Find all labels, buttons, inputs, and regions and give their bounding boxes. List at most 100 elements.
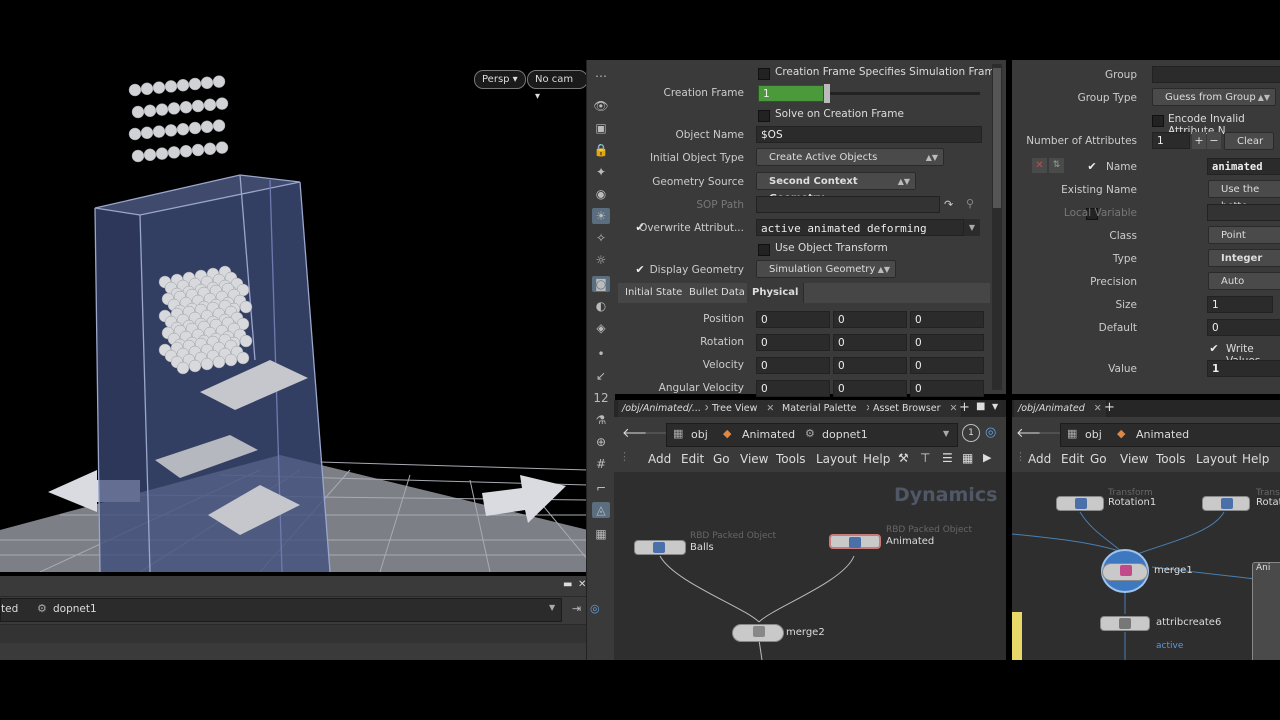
spray-icon[interactable]: ⚗ [592, 412, 610, 428]
write-values-check-icon[interactable]: ✔ [1208, 343, 1220, 355]
path-dropdown-icon[interactable]: ▼ [943, 429, 949, 438]
network-path-bar[interactable]: ▦ obj ◆ Animated [1060, 423, 1280, 447]
menu-go[interactable]: Go [713, 452, 730, 466]
use-object-transform-checkbox[interactable] [758, 244, 770, 256]
animated-node[interactable] [829, 534, 881, 549]
close-tab-icon[interactable]: ✕ [766, 403, 774, 414]
pane-menu-icon[interactable]: ▼ [992, 402, 998, 411]
geometry-source-dropdown[interactable]: Second Context Geometry▲▼ [756, 172, 916, 204]
object-name-field[interactable]: $OS [756, 126, 982, 143]
menu-layout[interactable]: Layout [816, 452, 857, 466]
crumb-obj[interactable]: obj [1085, 428, 1102, 441]
menu-edit[interactable]: Edit [681, 452, 704, 466]
tree-layout-icon[interactable]: ⊤ [920, 451, 930, 465]
vector-0-z-field[interactable]: 0 [910, 311, 984, 328]
construction-plane-icon[interactable]: ⌐ [592, 480, 610, 496]
close-pane-icon[interactable]: ✕ [578, 579, 586, 590]
template-icon[interactable]: ◈ [592, 320, 610, 336]
pin-icon[interactable]: ⇥ [572, 602, 581, 615]
bulb-icon[interactable]: ✧ [592, 230, 610, 246]
vector-1-y-field[interactable]: 0 [833, 334, 907, 351]
class-dropdown[interactable]: Point [1208, 226, 1280, 244]
snapshot-icon[interactable]: ▣ [592, 120, 610, 136]
tab-tree-view[interactable]: Tree View ✕ [708, 400, 780, 417]
network-count-badge[interactable]: 1 [962, 424, 980, 442]
creation-frame-slider-track[interactable] [830, 92, 980, 95]
menu-go[interactable]: Go [1090, 452, 1107, 466]
vector-2-z-field[interactable]: 0 [910, 357, 984, 374]
sticky-note[interactable] [1012, 612, 1022, 660]
menu-add[interactable]: Add [648, 452, 671, 466]
menu-view[interactable]: View [740, 452, 768, 466]
network-box[interactable]: Ani [1252, 562, 1280, 660]
background-icon[interactable]: ▦ [592, 526, 610, 542]
dotted-handle-icon[interactable]: ⋯ [592, 68, 610, 84]
initial-object-type-dropdown[interactable]: Create Active Objects ▲▼ [756, 148, 944, 166]
menu-add[interactable]: Add [1028, 452, 1051, 466]
new-tab-icon[interactable]: + [959, 400, 970, 415]
sop-network-graph[interactable]: Transform Rotation1 Transf Rotat merge1 … [1012, 472, 1280, 660]
display-options-icon[interactable]: ◐ [592, 298, 610, 314]
vector-2-y-field[interactable]: 0 [833, 357, 907, 374]
close-tab-icon[interactable]: ✕ [1094, 403, 1102, 414]
vector-1-z-field[interactable]: 0 [910, 334, 984, 351]
lock-icon[interactable]: 🔒 [592, 142, 610, 158]
display-menu-icon[interactable]: ▬ [563, 579, 572, 590]
crumb-dopnet[interactable]: dopnet1 [822, 428, 868, 441]
grid-snap-icon[interactable]: # [592, 456, 610, 472]
tab-asset-browser[interactable]: Asset Browser ✕ [869, 400, 963, 417]
vector-3-z-field[interactable]: 0 [910, 380, 984, 397]
dop-network-graph[interactable]: Dynamics RBD Packed Object Balls RBD Pac… [614, 472, 1006, 660]
shading-icon[interactable]: ◉ [592, 186, 610, 202]
tab-obj-animated[interactable]: /obj/Animated/... ✕ [618, 400, 717, 417]
jump-arrow-icon[interactable]: ↷ [944, 198, 953, 211]
remove-attrib-icon[interactable]: − [1207, 132, 1221, 149]
size-field[interactable]: 1 [1207, 296, 1273, 313]
sop-path-field[interactable] [756, 196, 940, 213]
path-root[interactable]: ted [1, 603, 18, 615]
path-node[interactable]: dopnet1 [53, 603, 97, 615]
add-attrib-icon[interactable]: + [1192, 132, 1206, 149]
crumb-obj[interactable]: obj [691, 428, 708, 441]
vector-0-x-field[interactable]: 0 [756, 311, 830, 328]
snap-icon[interactable]: ⊕ [592, 434, 610, 450]
more-menu-icon[interactable]: ▶ [983, 451, 991, 464]
menu-tools[interactable]: Tools [1156, 452, 1186, 466]
clear-button[interactable]: Clear [1224, 132, 1274, 150]
scene-viewport[interactable]: Persp ▾ No cam ▾ [0, 60, 588, 572]
reference-plane-icon[interactable]: ◬ [592, 502, 610, 518]
tab-bullet-data[interactable]: Bullet Data [684, 283, 751, 303]
camera-menu-button[interactable]: No cam ▾ [527, 70, 588, 102]
path-dropdown-icon[interactable]: ▼ [549, 603, 555, 612]
number-display-icon[interactable]: 12 [592, 390, 610, 406]
headlight-icon[interactable]: ☼ [592, 252, 610, 268]
menu-view[interactable]: View [1120, 452, 1148, 466]
tab-material-palette[interactable]: Material Palette ✕ [778, 400, 879, 417]
menu-help[interactable]: Help [1242, 452, 1269, 466]
close-tab-icon[interactable]: ✕ [950, 403, 958, 414]
param-scroll-thumb[interactable] [993, 68, 1001, 208]
balls-node[interactable] [634, 540, 686, 555]
rotation2-node[interactable] [1202, 496, 1250, 511]
group-type-dropdown[interactable]: Guess from Group ▲▼ [1152, 88, 1276, 106]
merge1-node[interactable] [1102, 563, 1148, 581]
default-field[interactable]: 0 [1207, 319, 1280, 336]
menu-edit[interactable]: Edit [1061, 452, 1084, 466]
display-geometry-dropdown[interactable]: Simulation Geometry ▲▼ [756, 260, 896, 278]
new-tab-icon[interactable]: + [1104, 400, 1115, 415]
eye-icon[interactable]: 👁 [592, 98, 610, 114]
type-dropdown[interactable]: Integer [1208, 249, 1280, 267]
maximize-pane-icon[interactable]: ■ [976, 401, 985, 412]
vector-2-x-field[interactable]: 0 [756, 357, 830, 374]
crumb-animated[interactable]: Animated [742, 428, 795, 441]
precision-dropdown[interactable]: Auto [1208, 272, 1280, 290]
vector-0-y-field[interactable]: 0 [833, 311, 907, 328]
overwrite-menu-icon[interactable]: ▼ [964, 219, 980, 236]
normal-display-icon[interactable]: ↙ [592, 368, 610, 384]
menu-help[interactable]: Help [863, 452, 890, 466]
crumb-animated[interactable]: Animated [1136, 428, 1189, 441]
vector-1-x-field[interactable]: 0 [756, 334, 830, 351]
camera-icon[interactable]: ◙ [592, 276, 610, 292]
tab-physical[interactable]: Physical [747, 283, 805, 303]
attribcreate6-node[interactable] [1100, 616, 1150, 631]
